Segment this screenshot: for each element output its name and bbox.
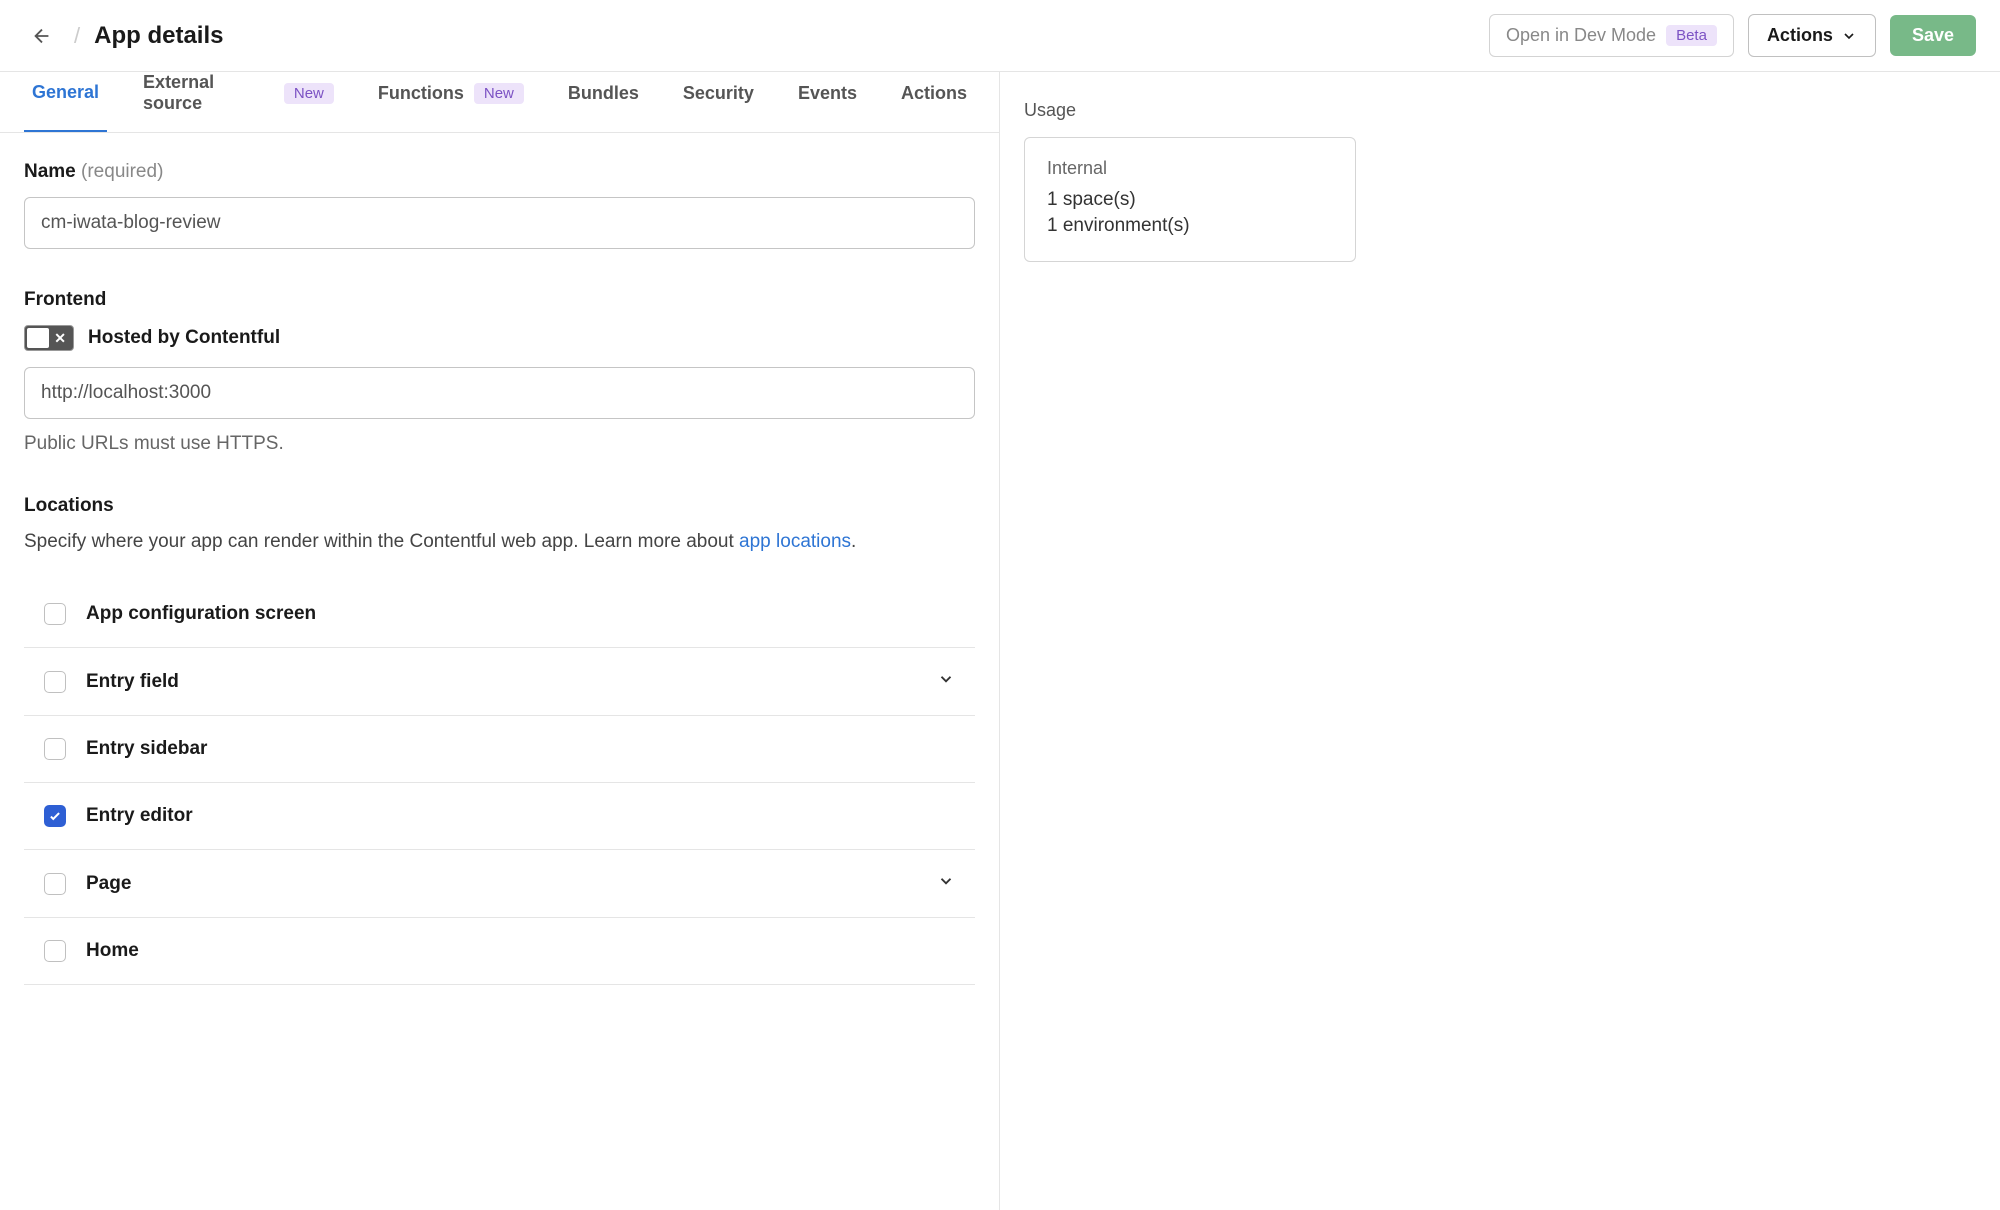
header-left: / App details xyxy=(24,18,223,54)
location-checkbox[interactable] xyxy=(44,873,66,895)
tab-external-source-label: External source xyxy=(143,72,274,114)
name-required-hint: (required) xyxy=(81,161,163,182)
location-label: Entry field xyxy=(86,671,917,693)
app-locations-link[interactable]: app locations xyxy=(739,531,851,552)
location-checkbox[interactable] xyxy=(44,738,66,760)
hosted-row: ✕ Hosted by Contentful xyxy=(24,325,975,351)
chevron-down-icon[interactable] xyxy=(937,872,955,895)
chevron-down-icon[interactable] xyxy=(937,670,955,693)
frontend-section: Frontend ✕ Hosted by Contentful Public U… xyxy=(0,261,999,467)
back-button[interactable] xyxy=(24,18,60,54)
main-column: General External source New Functions Ne… xyxy=(0,72,1000,1210)
location-checkbox[interactable] xyxy=(44,805,66,827)
breadcrumb-slash: / xyxy=(74,23,80,49)
locations-section: Locations Specify where your app can ren… xyxy=(0,467,999,997)
usage-internal-label: Internal xyxy=(1047,158,1333,179)
chevron-down-icon xyxy=(1841,28,1857,44)
location-checkbox[interactable] xyxy=(44,603,66,625)
location-item: App configuration screen xyxy=(24,581,975,648)
location-label: Page xyxy=(86,873,917,895)
tab-security[interactable]: Security xyxy=(675,72,762,132)
tab-functions-label: Functions xyxy=(378,83,464,104)
locations-list: App configuration screen Entry field Entry… xyxy=(24,581,975,985)
location-checkbox[interactable] xyxy=(44,671,66,693)
tab-bundles[interactable]: Bundles xyxy=(560,72,647,132)
close-icon: ✕ xyxy=(54,330,66,347)
new-badge: New xyxy=(474,83,524,104)
location-label: Entry sidebar xyxy=(86,738,955,760)
location-item: Entry editor xyxy=(24,783,975,850)
tab-actions[interactable]: Actions xyxy=(893,72,975,132)
check-icon xyxy=(48,809,62,823)
frontend-label: Frontend xyxy=(24,289,975,311)
tab-functions[interactable]: Functions New xyxy=(370,72,532,132)
location-label: Entry editor xyxy=(86,805,955,827)
open-dev-mode-button[interactable]: Open in Dev Mode Beta xyxy=(1489,14,1734,57)
save-button[interactable]: Save xyxy=(1890,15,1976,56)
usage-heading: Usage xyxy=(1024,100,1356,121)
locations-description: Specify where your app can render within… xyxy=(24,531,975,553)
page-title: App details xyxy=(94,22,223,50)
toggle-handle xyxy=(27,328,49,348)
location-label: App configuration screen xyxy=(86,603,955,625)
location-label: Home xyxy=(86,940,955,962)
actions-label: Actions xyxy=(1767,25,1833,46)
location-item: Entry sidebar xyxy=(24,716,975,783)
usage-card: Internal 1 space(s) 1 environment(s) xyxy=(1024,137,1356,262)
content-area: General External source New Functions Ne… xyxy=(0,72,2000,1210)
tab-events[interactable]: Events xyxy=(790,72,865,132)
tab-external-source[interactable]: External source New xyxy=(135,72,342,132)
location-checkbox[interactable] xyxy=(44,940,66,962)
locations-desc-period: . xyxy=(851,531,856,552)
dev-mode-label: Open in Dev Mode xyxy=(1506,25,1656,46)
locations-label: Locations xyxy=(24,495,975,517)
header-bar: / App details Open in Dev Mode Beta Acti… xyxy=(0,0,2000,72)
arrow-left-icon xyxy=(31,25,53,47)
usage-environments-line: 1 environment(s) xyxy=(1047,215,1333,237)
location-item: Entry field xyxy=(24,648,975,716)
locations-desc-text: Specify where your app can render within… xyxy=(24,531,739,552)
sidebar: Usage Internal 1 space(s) 1 environment(… xyxy=(1000,72,1380,1210)
usage-spaces-line: 1 space(s) xyxy=(1047,189,1333,211)
tabs-bar: General External source New Functions Ne… xyxy=(0,72,999,133)
hosted-label: Hosted by Contentful xyxy=(88,327,280,349)
tab-general[interactable]: General xyxy=(24,72,107,132)
name-label: Name (required) xyxy=(24,161,975,183)
frontend-url-input[interactable] xyxy=(24,367,975,419)
name-label-text: Name xyxy=(24,161,76,182)
beta-badge: Beta xyxy=(1666,25,1717,46)
header-right: Open in Dev Mode Beta Actions Save xyxy=(1489,14,1976,57)
name-section: Name (required) xyxy=(0,133,999,261)
name-input[interactable] xyxy=(24,197,975,249)
url-helper-text: Public URLs must use HTTPS. xyxy=(24,433,975,455)
actions-dropdown-button[interactable]: Actions xyxy=(1748,14,1876,57)
hosted-toggle[interactable]: ✕ xyxy=(24,325,74,351)
location-item: Page xyxy=(24,850,975,918)
location-item: Home xyxy=(24,918,975,985)
new-badge: New xyxy=(284,83,334,104)
